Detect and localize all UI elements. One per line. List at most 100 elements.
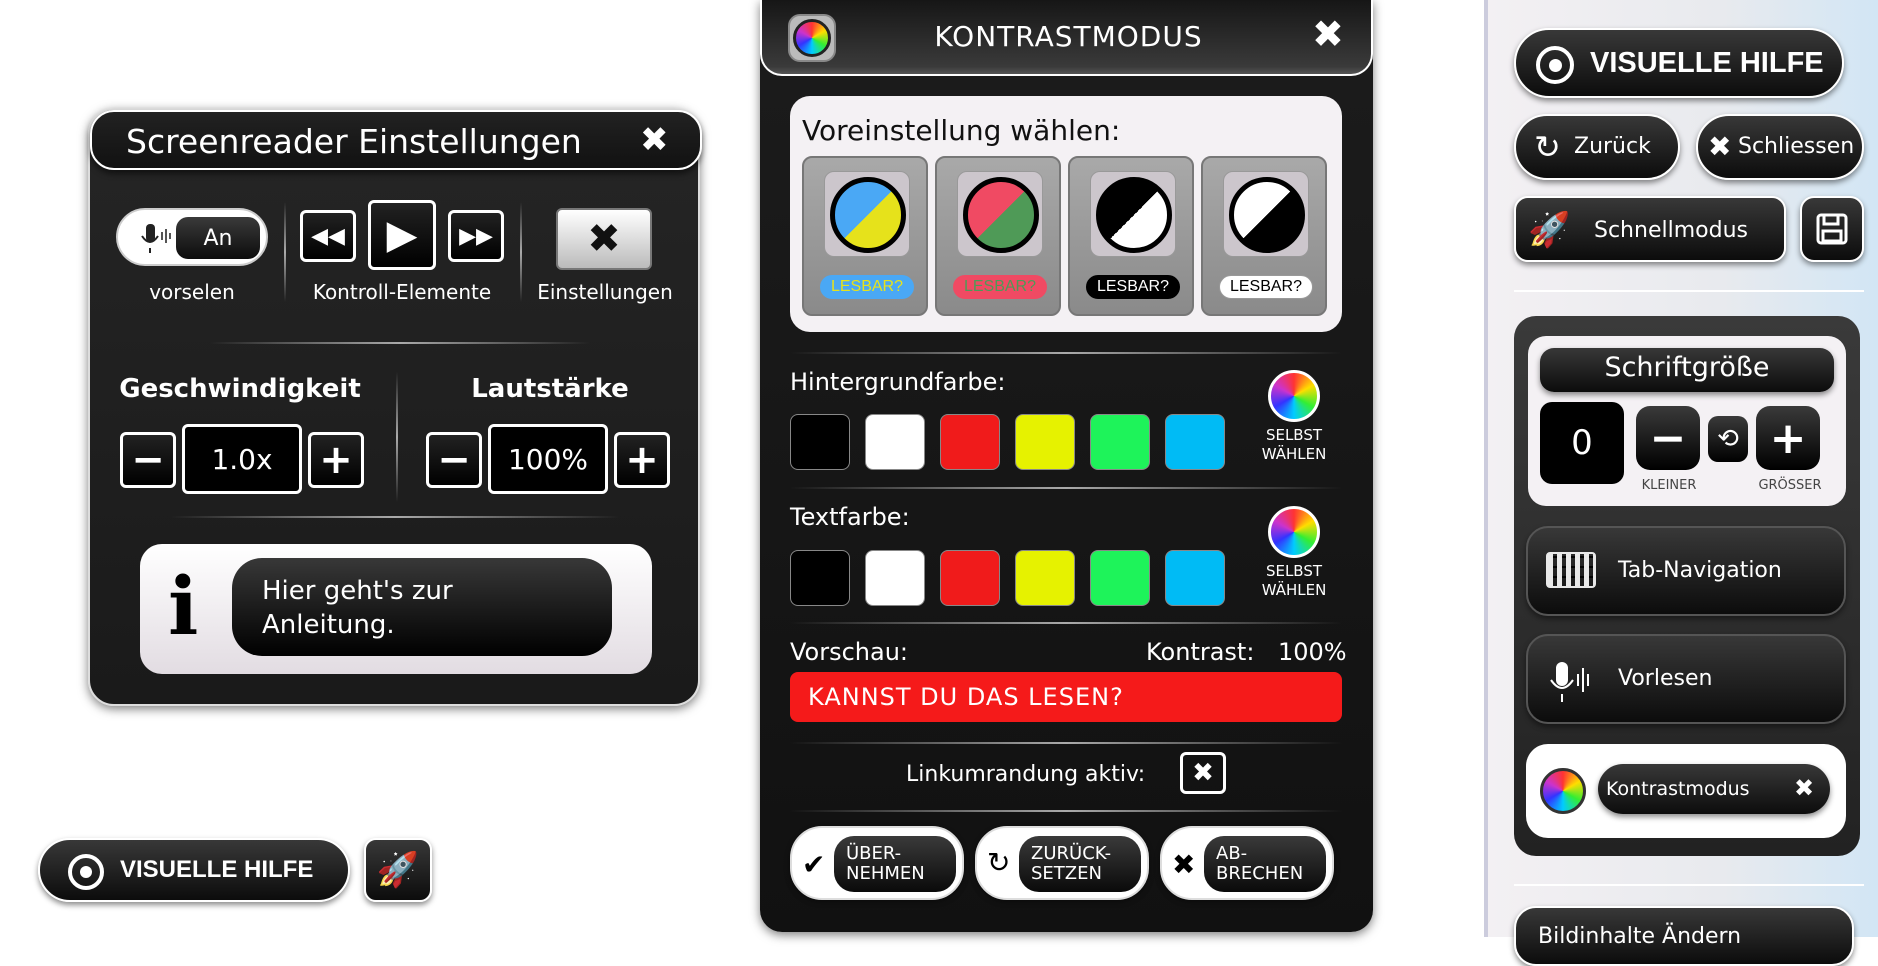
info-text: Hier geht's zur Anleitung. bbox=[232, 558, 612, 656]
text-swatches bbox=[790, 550, 1230, 606]
apply-label-1: ÜBER- bbox=[846, 843, 902, 864]
rotate-icon: ↻ bbox=[1534, 128, 1561, 166]
contrast-panel: KONTRASTMODUS ✖ Voreinstellung wählen: L… bbox=[760, 0, 1373, 932]
color-swatch[interactable] bbox=[790, 550, 850, 606]
color-swatch[interactable] bbox=[940, 414, 1000, 470]
color-swatch[interactable] bbox=[940, 550, 1000, 606]
contrast-header: KONTRASTMODUS ✖ bbox=[760, 0, 1373, 76]
divider bbox=[520, 202, 522, 302]
divider bbox=[790, 487, 1342, 489]
cancel-label-2: BRECHEN bbox=[1216, 863, 1304, 884]
preset-circle-3 bbox=[1096, 177, 1172, 253]
speed-increase-button[interactable]: + bbox=[308, 432, 364, 488]
color-swatch[interactable] bbox=[1090, 550, 1150, 606]
preset-2[interactable]: LESBAR? bbox=[935, 156, 1061, 316]
close-icon: ✖ bbox=[1708, 130, 1732, 163]
settings-button[interactable]: ✖ bbox=[556, 208, 652, 270]
color-swatch[interactable] bbox=[865, 550, 925, 606]
preset-swatch bbox=[824, 171, 910, 257]
rocket-icon: 🚀 bbox=[1528, 210, 1571, 250]
fast-forward-button[interactable]: ▶▶ bbox=[448, 210, 504, 262]
reset-font-button[interactable]: ⟲ bbox=[1708, 416, 1748, 462]
preset-heading: Voreinstellung wählen: bbox=[802, 114, 1121, 147]
color-swatch[interactable] bbox=[1090, 414, 1150, 470]
side-panel: VISUELLE HILFE ↻ Zurück ✖ Schliessen 🚀 S… bbox=[1484, 0, 1878, 966]
visual-help-header[interactable]: VISUELLE HILFE bbox=[1514, 28, 1844, 98]
quick-mode-button[interactable]: 🚀 bbox=[364, 838, 432, 902]
color-swatch[interactable] bbox=[1015, 414, 1075, 470]
close-icon[interactable]: ✖ bbox=[640, 120, 669, 160]
close-icon[interactable]: ✖ bbox=[1794, 774, 1814, 802]
preset-swatch bbox=[1090, 171, 1176, 257]
image-content-button[interactable]: Bildinhalte Ändern bbox=[1514, 906, 1854, 966]
contrast-mode-label: Kontrastmodus bbox=[1606, 778, 1750, 800]
read-aloud-button[interactable]: Vorlesen bbox=[1526, 634, 1846, 724]
speed-decrease-button[interactable]: − bbox=[120, 432, 176, 488]
cancel-button[interactable]: ✖ AB- BRECHEN bbox=[1160, 826, 1334, 900]
divider bbox=[790, 810, 1342, 812]
read-label: vorselen bbox=[149, 280, 235, 304]
reset-button[interactable]: ↻ ZURÜCK- SETZEN bbox=[975, 826, 1149, 900]
font-size-title: Schriftgröße bbox=[1540, 348, 1834, 392]
link-border-checkbox[interactable]: ✖ bbox=[1180, 752, 1226, 794]
preset-1[interactable]: LESBAR? bbox=[802, 156, 928, 316]
color-swatch[interactable] bbox=[1165, 550, 1225, 606]
custom-line-1: SELBST bbox=[1265, 426, 1323, 444]
smaller-label: KLEINER bbox=[1641, 478, 1697, 493]
reset-label: ZURÜCK- SETZEN bbox=[1019, 836, 1141, 892]
preset-badge-3: LESBAR? bbox=[1086, 275, 1180, 299]
apply-button[interactable]: ✔ ÜBER- NEHMEN bbox=[790, 826, 964, 900]
quick-mode-label: Schnellmodus bbox=[1594, 218, 1748, 243]
font-size-card: Schriftgröße 0 − ⟲ + KLEINER GRÖSSER bbox=[1528, 336, 1846, 506]
apply-label-2: NEHMEN bbox=[846, 863, 925, 884]
settings-label: Einstellungen bbox=[537, 280, 673, 304]
back-button[interactable]: ↻ Zurück bbox=[1514, 114, 1680, 180]
volume-increase-button[interactable]: + bbox=[614, 432, 670, 488]
preset-badge-4: LESBAR? bbox=[1219, 275, 1313, 299]
screenreader-panel: Screenreader Einstellungen ✖ An vorselen… bbox=[88, 108, 702, 706]
feature-group: Schriftgröße 0 − ⟲ + KLEINER GRÖSSER Tab… bbox=[1514, 316, 1860, 856]
contrast-value: 100% bbox=[1278, 638, 1347, 666]
preview-label: Vorschau: bbox=[790, 638, 909, 666]
save-button[interactable] bbox=[1800, 196, 1864, 262]
read-aloud-label: Vorlesen bbox=[1618, 666, 1713, 691]
rocket-icon: 🚀 bbox=[376, 850, 420, 890]
quick-mode-toggle[interactable]: 🚀 Schnellmodus bbox=[1514, 196, 1786, 262]
smaller-button[interactable]: − bbox=[1636, 406, 1700, 470]
volume-value: 100% bbox=[488, 424, 608, 494]
microphone-icon bbox=[1544, 660, 1594, 704]
preview-box: KANNST DU DAS LESEN? bbox=[790, 672, 1342, 722]
close-icon: ✖ bbox=[1172, 848, 1196, 881]
visual-help-button[interactable]: VISUELLE HILFE bbox=[38, 838, 350, 902]
cancel-label-1: AB- bbox=[1216, 843, 1248, 864]
preset-circle-4 bbox=[1229, 177, 1305, 253]
contrast-mode-item[interactable]: Kontrastmodus ✖ bbox=[1526, 744, 1846, 838]
preset-swatch bbox=[1223, 171, 1309, 257]
text-custom-color[interactable]: SELBST WÄHLEN bbox=[1240, 506, 1348, 606]
preset-4[interactable]: LESBAR? bbox=[1201, 156, 1327, 316]
contrast-mode-chip[interactable]: Kontrastmodus ✖ bbox=[1598, 764, 1830, 814]
floppy-icon bbox=[1816, 213, 1848, 245]
speed-value: 1.0x bbox=[182, 424, 302, 494]
background-color-label: Hintergrundfarbe: bbox=[790, 368, 1006, 396]
bigger-button[interactable]: + bbox=[1756, 406, 1820, 470]
rewind-button[interactable]: ◀◀ bbox=[300, 210, 356, 262]
visual-help-title: VISUELLE HILFE bbox=[1590, 47, 1824, 79]
color-swatch[interactable] bbox=[1165, 414, 1225, 470]
close-icon[interactable]: ✖ bbox=[1312, 12, 1344, 56]
play-button[interactable]: ▶ bbox=[368, 200, 436, 270]
read-toggle[interactable]: An bbox=[116, 208, 268, 266]
tab-navigation-button[interactable]: Tab-Navigation bbox=[1526, 526, 1846, 616]
close-button[interactable]: ✖ Schliessen bbox=[1696, 114, 1864, 180]
info-card[interactable]: i Hier geht's zur Anleitung. bbox=[140, 544, 652, 674]
color-swatch[interactable] bbox=[790, 414, 850, 470]
reset-label-2: SETZEN bbox=[1031, 863, 1102, 884]
volume-decrease-button[interactable]: − bbox=[426, 432, 482, 488]
preset-circle-1 bbox=[830, 177, 906, 253]
preset-3[interactable]: LESBAR? bbox=[1068, 156, 1194, 316]
reset-label-1: ZURÜCK- bbox=[1031, 843, 1112, 864]
color-swatch[interactable] bbox=[865, 414, 925, 470]
background-custom-color[interactable]: SELBST WÄHLEN bbox=[1240, 370, 1348, 470]
color-swatch[interactable] bbox=[1015, 550, 1075, 606]
toggle-state-label: An bbox=[176, 217, 260, 259]
